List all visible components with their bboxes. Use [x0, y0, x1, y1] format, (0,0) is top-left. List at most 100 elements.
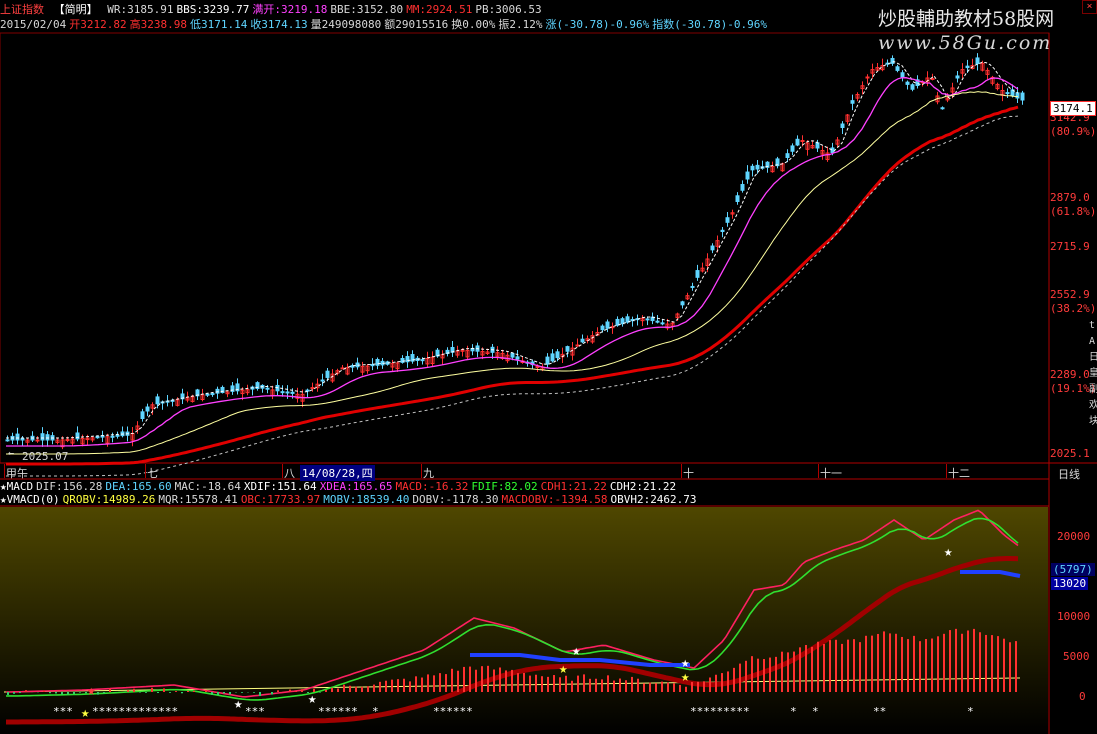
- indicator-value: XDEA:165.65: [319, 480, 393, 493]
- time-axis-label: 七: [147, 467, 158, 480]
- candle-body: [1005, 92, 1010, 95]
- signal-asterisks: *************: [92, 705, 179, 718]
- indicator-value: MACD:-16.32: [395, 480, 469, 493]
- candle-body: [210, 393, 215, 396]
- lower-axis-box-1: (5797): [1051, 563, 1095, 576]
- candle-body: [965, 65, 970, 69]
- signal-star-icon: ★: [81, 705, 90, 721]
- candle-body: [115, 434, 120, 437]
- price-axis-label: 2552.9: [1050, 288, 1090, 301]
- candle-body: [890, 57, 895, 64]
- signal-asterisks: ***: [245, 705, 265, 718]
- candle-body: [695, 270, 700, 278]
- candle-body: [580, 338, 585, 343]
- lower-axis-label-5000: 5000: [1063, 650, 1090, 663]
- candle-body: [680, 301, 685, 306]
- time-axis-label: 十二: [948, 467, 970, 480]
- candle-body: [45, 434, 50, 441]
- signal-asterisks: *: [812, 705, 819, 718]
- low-marker-arrow: ←: [8, 448, 15, 459]
- signal-star-icon: ★: [559, 661, 568, 677]
- macd-indicator-line[interactable]: ★MACD DIF:156.28 DEA:165.60 MAC:-18.64 XDIF:…: [0, 480, 682, 494]
- candle-body: [955, 75, 960, 79]
- lower-axis-label-20000: 20000: [1057, 530, 1091, 543]
- indicator-value: CDH2:21.22: [609, 480, 677, 493]
- candle-body: [750, 165, 755, 171]
- indicator-value: FDIF:82.02: [471, 480, 538, 493]
- candle-body: [895, 66, 900, 71]
- time-axis-label: 九: [423, 467, 434, 480]
- candle-body: [720, 229, 725, 232]
- period-button[interactable]: 日线: [1058, 466, 1080, 482]
- ma-red: [6, 105, 1019, 466]
- signal-star-icon: ★: [572, 643, 581, 659]
- candle-body: [800, 140, 805, 142]
- candle-body: [815, 142, 820, 149]
- candle-body: [555, 351, 560, 359]
- price-axis-label: 2289.0: [1050, 368, 1090, 381]
- candle-body: [785, 153, 790, 158]
- candle-body: [285, 391, 290, 394]
- indicator-value: MAC:-18.64: [174, 480, 241, 493]
- time-axis-label: 十一: [820, 467, 842, 480]
- candle-body: [40, 433, 45, 441]
- indicator-value: QROBV:14989.26: [62, 493, 156, 506]
- candle-body: [535, 366, 540, 368]
- indicator-value: ★MACD: [0, 480, 34, 493]
- indicator-value: ★VMACD(0): [0, 493, 60, 506]
- candle-body: [725, 217, 730, 223]
- price-chart[interactable]: [0, 0, 1097, 734]
- time-axis-tick: [4, 464, 5, 478]
- candle-body: [565, 346, 570, 352]
- candle-body: [745, 171, 750, 180]
- candle-body: [145, 406, 150, 412]
- candle-body: [420, 359, 425, 362]
- candle-body: [930, 78, 935, 80]
- candle-body: [280, 391, 285, 394]
- candle-body: [510, 353, 515, 358]
- candle-body: [690, 285, 695, 288]
- candle-body: [905, 81, 910, 85]
- price-axis-label: (80.9%): [1050, 125, 1097, 138]
- indicator-value: MQR:15578.41: [158, 493, 238, 506]
- lower-axis-label-0: 0: [1079, 690, 1086, 703]
- candle-body: [900, 72, 905, 78]
- candle-body: [1015, 92, 1020, 99]
- candle-body: [215, 388, 220, 394]
- signal-star-icon: ★: [681, 669, 690, 685]
- candle-body: [400, 358, 405, 363]
- candle-body: [910, 84, 915, 90]
- vmacd-panel-bg: [0, 507, 1048, 734]
- candle-body: [575, 344, 580, 347]
- lower-axis-label-10000: 10000: [1057, 610, 1091, 623]
- price-axis-label: (38.2%): [1050, 302, 1097, 315]
- ma-grey-dashed: [6, 115, 1019, 477]
- current-price-box: 3174.1: [1050, 101, 1096, 116]
- signal-asterisks: *********: [690, 705, 750, 718]
- indicator-value: DOBV:-1178.30: [412, 493, 499, 506]
- signal-star-icon: ★: [234, 696, 243, 712]
- time-axis-tick: [818, 464, 819, 478]
- candle-body: [740, 184, 745, 191]
- candle-body: [850, 100, 855, 104]
- side-panel-tabs[interactable]: tA日皇副欢块: [1089, 318, 1097, 430]
- candle-body: [65, 439, 70, 442]
- candle-body: [325, 370, 330, 378]
- signal-asterisks: **: [873, 705, 887, 718]
- candle-body: [840, 123, 845, 129]
- indicator-value: DIF:156.28: [36, 480, 103, 493]
- vmacd-indicator-line[interactable]: ★VMACD(0) QROBV:14989.26 MQR:15578.41 OBC:1…: [0, 493, 703, 507]
- time-axis-tick: [421, 464, 422, 478]
- candle-body: [795, 138, 800, 146]
- candle-body: [755, 164, 760, 170]
- time-axis-tick: [145, 464, 146, 478]
- indicator-value: OBVH2:2462.73: [610, 493, 697, 506]
- candle-body: [35, 439, 40, 442]
- signal-asterisks: *: [372, 705, 379, 718]
- time-axis-label: 十: [683, 467, 694, 480]
- signal-asterisks: ***: [53, 705, 73, 718]
- candle-body: [735, 195, 740, 203]
- candle-body: [290, 391, 295, 394]
- time-axis-label: 甲午: [6, 467, 28, 480]
- candle-body: [370, 364, 375, 367]
